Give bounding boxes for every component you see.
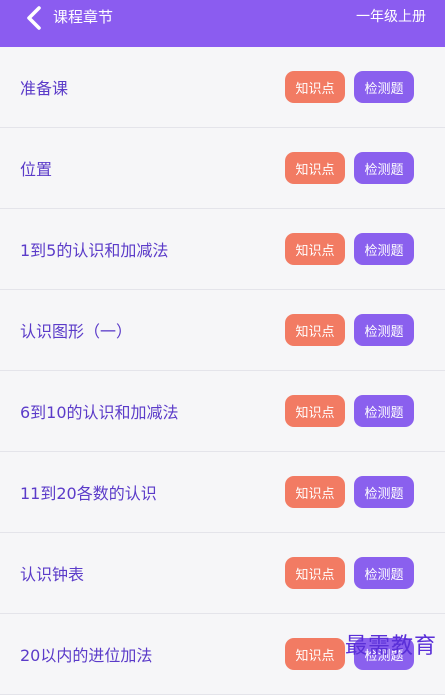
test-button[interactable]: 检测题 — [354, 233, 414, 265]
knowledge-button[interactable]: 知识点 — [285, 71, 345, 103]
page-title: 课程章节 — [53, 8, 114, 26]
knowledge-button[interactable]: 知识点 — [285, 395, 345, 427]
chapter-row: 1到5的认识和加减法 知识点 检测题 — [0, 209, 445, 290]
chapter-title: 认识图形（一） — [20, 322, 133, 341]
chapter-title: 20以内的进位加法 — [20, 646, 153, 665]
grade-selector[interactable]: 一年级上册 — [356, 7, 426, 27]
back-button[interactable] — [20, 4, 48, 32]
chapter-title: 准备课 — [20, 79, 69, 98]
chapter-title: 11到20各数的认识 — [20, 484, 157, 503]
knowledge-button[interactable]: 知识点 — [285, 557, 345, 589]
watermark: 最需教育 — [344, 634, 437, 659]
chapter-title: 1到5的认识和加减法 — [20, 241, 169, 260]
chapter-row: 准备课 知识点 检测题 — [0, 47, 445, 128]
test-button[interactable]: 检测题 — [354, 314, 414, 346]
chapter-title: 6到10的认识和加减法 — [20, 403, 179, 422]
knowledge-button[interactable]: 知识点 — [285, 152, 345, 184]
knowledge-button[interactable]: 知识点 — [285, 476, 345, 508]
chevron-left-icon — [27, 6, 41, 30]
chapter-title: 位置 — [20, 160, 53, 179]
test-button[interactable]: 检测题 — [354, 557, 414, 589]
chapter-row: 6到10的认识和加减法 知识点 检测题 — [0, 371, 445, 452]
chapter-row: 11到20各数的认识 知识点 检测题 — [0, 452, 445, 533]
knowledge-button[interactable]: 知识点 — [285, 233, 345, 265]
test-button[interactable]: 检测题 — [354, 71, 414, 103]
knowledge-button[interactable]: 知识点 — [285, 638, 345, 670]
chapter-row: 认识图形（一） 知识点 检测题 — [0, 290, 445, 371]
knowledge-button[interactable]: 知识点 — [285, 314, 345, 346]
chapter-row: 位置 知识点 检测题 — [0, 128, 445, 209]
chapter-title: 认识钟表 — [20, 565, 85, 584]
test-button[interactable]: 检测题 — [354, 395, 414, 427]
chapter-row: 认识钟表 知识点 检测题 — [0, 533, 445, 614]
top-bar: 课程章节 一年级上册 — [0, 0, 445, 47]
test-button[interactable]: 检测题 — [354, 152, 414, 184]
chapter-list: 准备课 知识点 检测题 位置 知识点 检测题 1到5的认识和加减法 知识点 检测… — [0, 47, 445, 695]
test-button[interactable]: 检测题 — [354, 476, 414, 508]
